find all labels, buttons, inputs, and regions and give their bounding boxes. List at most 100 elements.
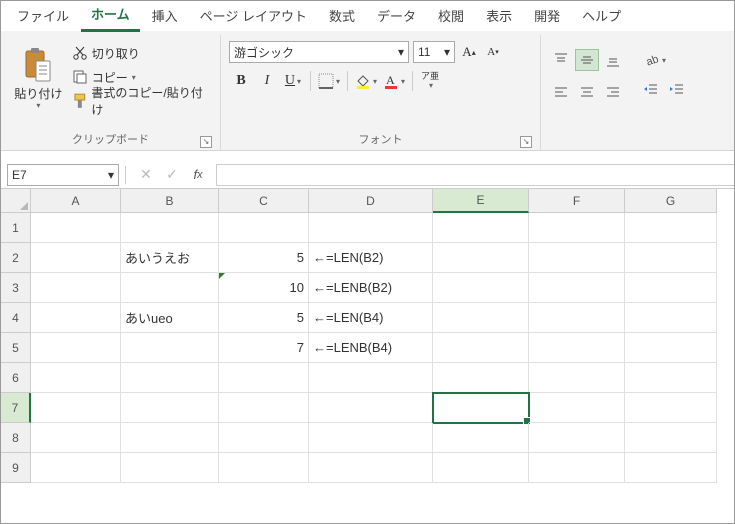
cell-E9[interactable] bbox=[433, 453, 529, 483]
column-header-F[interactable]: F bbox=[529, 189, 625, 213]
row-header-9[interactable]: 9 bbox=[1, 453, 31, 483]
cell-C7[interactable] bbox=[219, 393, 309, 423]
row-header-5[interactable]: 5 bbox=[1, 333, 31, 363]
orientation-button[interactable]: ab ▾ bbox=[639, 49, 671, 71]
row-header-2[interactable]: 2 bbox=[1, 243, 31, 273]
cell-F2[interactable] bbox=[529, 243, 625, 273]
name-box[interactable]: E7 ▾ bbox=[7, 164, 119, 186]
column-header-G[interactable]: G bbox=[625, 189, 717, 213]
cell-E6[interactable] bbox=[433, 363, 529, 393]
increase-font-button[interactable]: A▴ bbox=[459, 41, 479, 63]
cell-G2[interactable] bbox=[625, 243, 717, 273]
borders-button[interactable]: ▾ bbox=[316, 69, 342, 93]
cell-A1[interactable] bbox=[31, 213, 121, 243]
column-header-E[interactable]: E bbox=[433, 189, 529, 213]
cell-A8[interactable] bbox=[31, 423, 121, 453]
formula-input[interactable] bbox=[216, 164, 734, 186]
menu-tab-ホーム[interactable]: ホーム bbox=[81, 0, 140, 32]
menu-tab-ファイル[interactable]: ファイル bbox=[7, 2, 79, 31]
cell-F8[interactable] bbox=[529, 423, 625, 453]
row-header-7[interactable]: 7 bbox=[1, 393, 31, 423]
format-painter-button[interactable]: 書式のコピー/貼り付け bbox=[72, 91, 212, 111]
cell-D9[interactable] bbox=[309, 453, 433, 483]
cell-G3[interactable] bbox=[625, 273, 717, 303]
phonetic-button[interactable]: ア亜 ▾ bbox=[418, 69, 442, 93]
cell-D2[interactable]: ←=LEN(B2) bbox=[309, 243, 433, 273]
cell-E3[interactable] bbox=[433, 273, 529, 303]
cell-G6[interactable] bbox=[625, 363, 717, 393]
cell-D5[interactable]: ←=LENB(B4) bbox=[309, 333, 433, 363]
increase-indent-button[interactable] bbox=[665, 79, 689, 101]
cell-G5[interactable] bbox=[625, 333, 717, 363]
cell-D8[interactable] bbox=[309, 423, 433, 453]
cell-A7[interactable] bbox=[31, 393, 121, 423]
cell-C6[interactable] bbox=[219, 363, 309, 393]
row-header-3[interactable]: 3 bbox=[1, 273, 31, 303]
cell-A6[interactable] bbox=[31, 363, 121, 393]
insert-function-button[interactable]: fx bbox=[186, 164, 210, 186]
menu-tab-ヘルプ[interactable]: ヘルプ bbox=[572, 2, 631, 31]
cell-F7[interactable] bbox=[529, 393, 625, 423]
cell-E4[interactable] bbox=[433, 303, 529, 333]
menu-tab-データ[interactable]: データ bbox=[367, 2, 426, 31]
font-size-select[interactable]: 11 ▾ bbox=[413, 41, 455, 63]
cell-B8[interactable] bbox=[121, 423, 219, 453]
cell-A3[interactable] bbox=[31, 273, 121, 303]
cell-G7[interactable] bbox=[625, 393, 717, 423]
cell-F1[interactable] bbox=[529, 213, 625, 243]
menu-tab-表示[interactable]: 表示 bbox=[476, 2, 522, 31]
cell-E5[interactable] bbox=[433, 333, 529, 363]
align-middle-button[interactable] bbox=[575, 49, 599, 71]
cell-B9[interactable] bbox=[121, 453, 219, 483]
cell-C2[interactable]: 5 bbox=[219, 243, 309, 273]
cancel-formula-button[interactable]: ✕ bbox=[134, 164, 158, 186]
cut-button[interactable]: 切り取り bbox=[72, 43, 212, 63]
cell-G9[interactable] bbox=[625, 453, 717, 483]
underline-button[interactable]: U ▾ bbox=[281, 69, 305, 93]
cell-C1[interactable] bbox=[219, 213, 309, 243]
cell-D7[interactable] bbox=[309, 393, 433, 423]
cell-A2[interactable] bbox=[31, 243, 121, 273]
decrease-indent-button[interactable] bbox=[639, 79, 663, 101]
decrease-font-button[interactable]: A▾ bbox=[483, 41, 503, 63]
cell-F9[interactable] bbox=[529, 453, 625, 483]
align-center-button[interactable] bbox=[575, 81, 599, 103]
column-header-A[interactable]: A bbox=[31, 189, 121, 213]
cell-B7[interactable] bbox=[121, 393, 219, 423]
menu-tab-挿入[interactable]: 挿入 bbox=[142, 2, 188, 31]
cell-B1[interactable] bbox=[121, 213, 219, 243]
cell-A5[interactable] bbox=[31, 333, 121, 363]
cell-D4[interactable]: ←=LEN(B4) bbox=[309, 303, 433, 333]
menu-tab-数式[interactable]: 数式 bbox=[319, 2, 365, 31]
cell-F5[interactable] bbox=[529, 333, 625, 363]
cell-E1[interactable] bbox=[433, 213, 529, 243]
font-name-select[interactable]: 游ゴシック ▾ bbox=[229, 41, 409, 63]
align-left-button[interactable] bbox=[549, 81, 573, 103]
cell-B2[interactable]: あいうえお bbox=[121, 243, 219, 273]
select-all-corner[interactable] bbox=[1, 189, 31, 213]
cell-E2[interactable] bbox=[433, 243, 529, 273]
column-header-C[interactable]: C bbox=[219, 189, 309, 213]
cell-F3[interactable] bbox=[529, 273, 625, 303]
align-top-button[interactable] bbox=[549, 49, 573, 71]
cell-B6[interactable] bbox=[121, 363, 219, 393]
cell-E8[interactable] bbox=[433, 423, 529, 453]
cell-A4[interactable] bbox=[31, 303, 121, 333]
fill-color-button[interactable]: ▾ bbox=[353, 69, 379, 93]
cell-B3[interactable] bbox=[121, 273, 219, 303]
cell-D3[interactable]: ←=LENB(B2) bbox=[309, 273, 433, 303]
cell-D6[interactable] bbox=[309, 363, 433, 393]
cell-G8[interactable] bbox=[625, 423, 717, 453]
cell-C5[interactable]: 7 bbox=[219, 333, 309, 363]
row-header-1[interactable]: 1 bbox=[1, 213, 31, 243]
cell-G4[interactable] bbox=[625, 303, 717, 333]
cell-C9[interactable] bbox=[219, 453, 309, 483]
cell-C3[interactable]: 10 bbox=[219, 273, 309, 303]
bold-button[interactable]: B bbox=[229, 69, 253, 93]
font-color-button[interactable]: A ▾ bbox=[381, 69, 407, 93]
menu-tab-開発[interactable]: 開発 bbox=[524, 2, 570, 31]
cell-C4[interactable]: 5 bbox=[219, 303, 309, 333]
cell-F6[interactable] bbox=[529, 363, 625, 393]
cell-C8[interactable] bbox=[219, 423, 309, 453]
paste-button[interactable]: 貼り付け ▾ bbox=[9, 37, 68, 119]
